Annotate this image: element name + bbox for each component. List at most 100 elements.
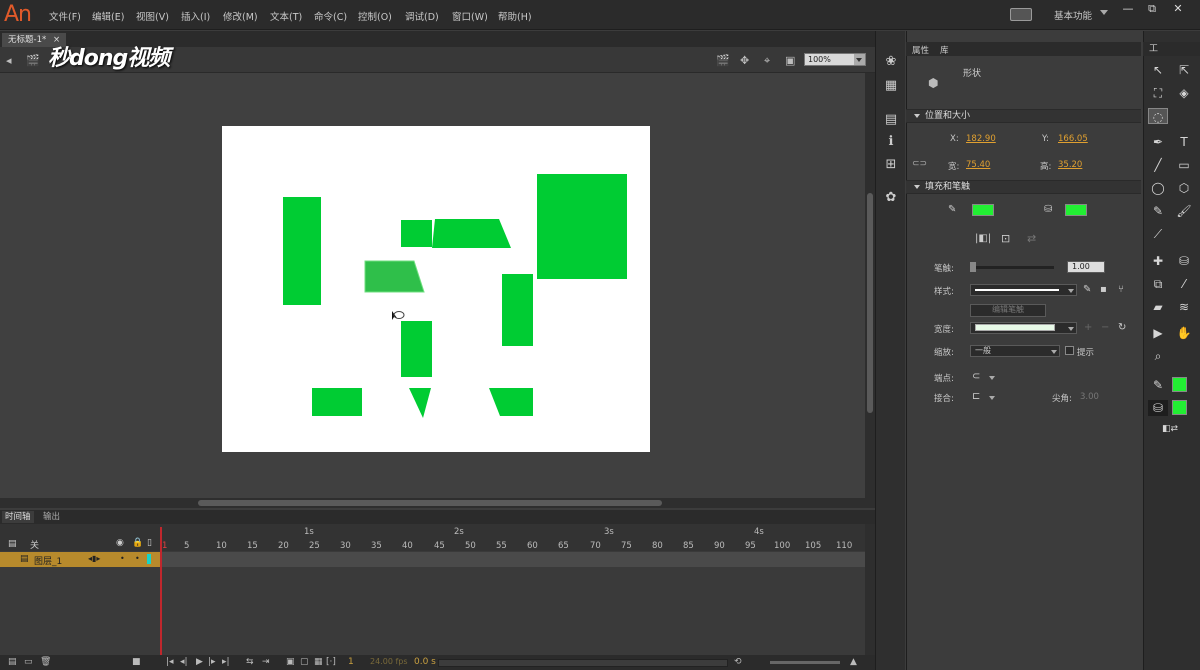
- free-transform-tool-icon[interactable]: ⛶: [1148, 85, 1168, 101]
- menu-commands[interactable]: 命令(C): [314, 9, 347, 23]
- play-icon[interactable]: ▶: [196, 657, 203, 667]
- frame-rate[interactable]: 24.00 fps: [370, 657, 408, 666]
- selected-shape[interactable]: [364, 260, 425, 293]
- stroke-color-swatch[interactable]: [1172, 377, 1187, 392]
- lock-dot-icon[interactable]: •: [135, 554, 140, 563]
- menu-edit[interactable]: 编辑(E): [92, 9, 124, 23]
- tab-timeline[interactable]: 时间轴: [2, 511, 34, 523]
- edit-stroke-button[interactable]: 编辑笔触: [970, 304, 1046, 317]
- chevron-down-icon[interactable]: [1068, 289, 1074, 293]
- fill-color-swatch[interactable]: [1172, 400, 1187, 415]
- modify-markers-icon[interactable]: [·]: [326, 657, 336, 667]
- stage-horizontal-scrollbar[interactable]: [0, 498, 875, 508]
- selection-tool-icon[interactable]: ↖: [1148, 62, 1168, 78]
- text-tool-icon[interactable]: T: [1174, 134, 1194, 150]
- center-stage-icon[interactable]: ⌖: [764, 54, 770, 68]
- swap-colors-icon[interactable]: ⇄: [1027, 232, 1036, 245]
- lasso-tool-icon[interactable]: ◌: [1148, 108, 1168, 124]
- height-value[interactable]: 35.20: [1058, 160, 1082, 170]
- section-position-size[interactable]: 位置和大小: [906, 109, 1141, 123]
- stroke-width-input[interactable]: 1.00: [1067, 261, 1105, 273]
- bone-tool-icon[interactable]: ✚: [1148, 253, 1168, 269]
- onion-skin-icon[interactable]: ▣: [286, 657, 295, 667]
- subselection-tool-icon[interactable]: ⇱: [1174, 62, 1194, 78]
- mountain-icon[interactable]: ▲: [850, 657, 857, 667]
- edit-symbol-icon[interactable]: ✥: [740, 54, 749, 67]
- layer-name[interactable]: 图层_1: [34, 554, 62, 567]
- 3d-rotation-tool-icon[interactable]: ◈: [1174, 85, 1194, 101]
- pencil-icon[interactable]: ◂▮▸: [88, 554, 100, 563]
- link-icon[interactable]: ⊂⊃: [912, 159, 927, 169]
- menu-modify[interactable]: 修改(M): [223, 9, 258, 23]
- delete-icon[interactable]: 🗑: [40, 657, 51, 667]
- width-profile-select[interactable]: [970, 322, 1077, 334]
- timeline-ruler[interactable]: 1s 2s 3s 4s 1 5 10 15 20 25 30 35 40 45 …: [160, 524, 865, 551]
- sync-icon[interactable]: ⟲: [734, 657, 742, 667]
- menu-text[interactable]: 文本(T): [270, 9, 302, 23]
- outline-icon[interactable]: ▯: [147, 538, 152, 548]
- outline-color-icon[interactable]: [147, 554, 151, 564]
- menu-insert[interactable]: 插入(I): [181, 9, 210, 23]
- current-frame[interactable]: 1: [348, 657, 354, 667]
- sync-settings-icon[interactable]: [1010, 8, 1032, 21]
- chevron-down-icon[interactable]: [989, 396, 995, 400]
- ink-bottle-tool-icon[interactable]: ⧉: [1148, 276, 1168, 292]
- layer-row[interactable]: ▤ 图层_1 ◂▮▸ • •: [0, 552, 160, 567]
- no-color-icon[interactable]: ⊡: [1001, 232, 1010, 245]
- join-style-icon[interactable]: ⊏: [972, 391, 980, 402]
- first-frame-icon[interactable]: |◂: [166, 657, 174, 667]
- tab-properties[interactable]: 属性: [912, 44, 929, 56]
- options-icon[interactable]: ⑂: [1118, 284, 1124, 295]
- green-trapezoid[interactable]: [432, 219, 511, 248]
- pen-tool-icon[interactable]: ✒: [1148, 134, 1168, 150]
- paint-bucket-tool-icon[interactable]: ⛁: [1174, 253, 1194, 269]
- components-icon[interactable]: ✿: [883, 190, 899, 205]
- frames-row[interactable]: [160, 552, 865, 567]
- pencil-icon[interactable]: ✎: [1083, 284, 1091, 295]
- fill-color-swatch[interactable]: [1065, 204, 1087, 216]
- miter-value[interactable]: 3.00: [1080, 392, 1099, 402]
- minimize-button[interactable]: —: [1116, 2, 1140, 16]
- edit-multiple-icon[interactable]: ▦: [314, 657, 323, 667]
- stage-vertical-scrollbar[interactable]: [865, 73, 875, 498]
- next-frame-icon[interactable]: |▸: [208, 657, 216, 667]
- eyedropper-tool-icon[interactable]: ⁄: [1174, 276, 1194, 292]
- reset-icon[interactable]: ↻: [1118, 322, 1126, 333]
- hint-checkbox[interactable]: [1065, 346, 1074, 355]
- minus-icon[interactable]: −: [1101, 322, 1109, 333]
- stroke-slider[interactable]: [970, 266, 1054, 269]
- brush-tool-icon[interactable]: ⟋: [1148, 226, 1168, 242]
- back-arrow-icon[interactable]: ◂: [6, 54, 12, 67]
- menu-view[interactable]: 视图(V): [136, 9, 169, 23]
- clip-stage-icon[interactable]: ▣: [785, 54, 795, 67]
- loop-icon[interactable]: ⇆: [246, 657, 254, 667]
- edit-scene-icon[interactable]: 🎬: [716, 54, 730, 67]
- restore-button[interactable]: ⧉: [1140, 2, 1164, 16]
- section-fill-stroke[interactable]: 填充和笔触: [906, 180, 1141, 194]
- last-frame-icon[interactable]: ▸|: [222, 657, 230, 667]
- menu-debug[interactable]: 调试(D): [405, 9, 439, 23]
- green-triangle[interactable]: [409, 388, 431, 418]
- prev-frame-icon[interactable]: ◂|: [180, 657, 188, 667]
- scroll-thumb[interactable]: [867, 193, 873, 413]
- stroke-color-swatch[interactable]: [972, 204, 994, 216]
- info-icon[interactable]: ℹ: [883, 134, 899, 149]
- swap-colors-icon[interactable]: ◧⇄: [1160, 421, 1180, 437]
- chevron-down-icon[interactable]: [989, 376, 995, 380]
- tab-library[interactable]: 库: [940, 44, 949, 56]
- timeline-horizontal-scrollbar[interactable]: [438, 659, 728, 667]
- menu-control[interactable]: 控制(O): [358, 9, 392, 23]
- transform-icon[interactable]: ⊞: [883, 157, 899, 172]
- scale-select[interactable]: 一般: [970, 345, 1060, 357]
- black-white-icon[interactable]: |◧|: [975, 233, 991, 244]
- y-value[interactable]: 166.05: [1058, 134, 1088, 144]
- width-value[interactable]: 75.40: [966, 160, 990, 170]
- line-tool-icon[interactable]: ╱: [1148, 157, 1168, 173]
- chevron-down-icon[interactable]: [1051, 350, 1057, 354]
- green-trapezoid[interactable]: [489, 388, 533, 416]
- visibility-dot-icon[interactable]: •: [120, 554, 125, 563]
- chevron-down-icon[interactable]: [1068, 327, 1074, 331]
- menu-help[interactable]: 帮助(H): [498, 9, 532, 23]
- zoom-tool-icon[interactable]: ⌕: [1148, 348, 1168, 364]
- stroke-style-select[interactable]: [970, 284, 1077, 296]
